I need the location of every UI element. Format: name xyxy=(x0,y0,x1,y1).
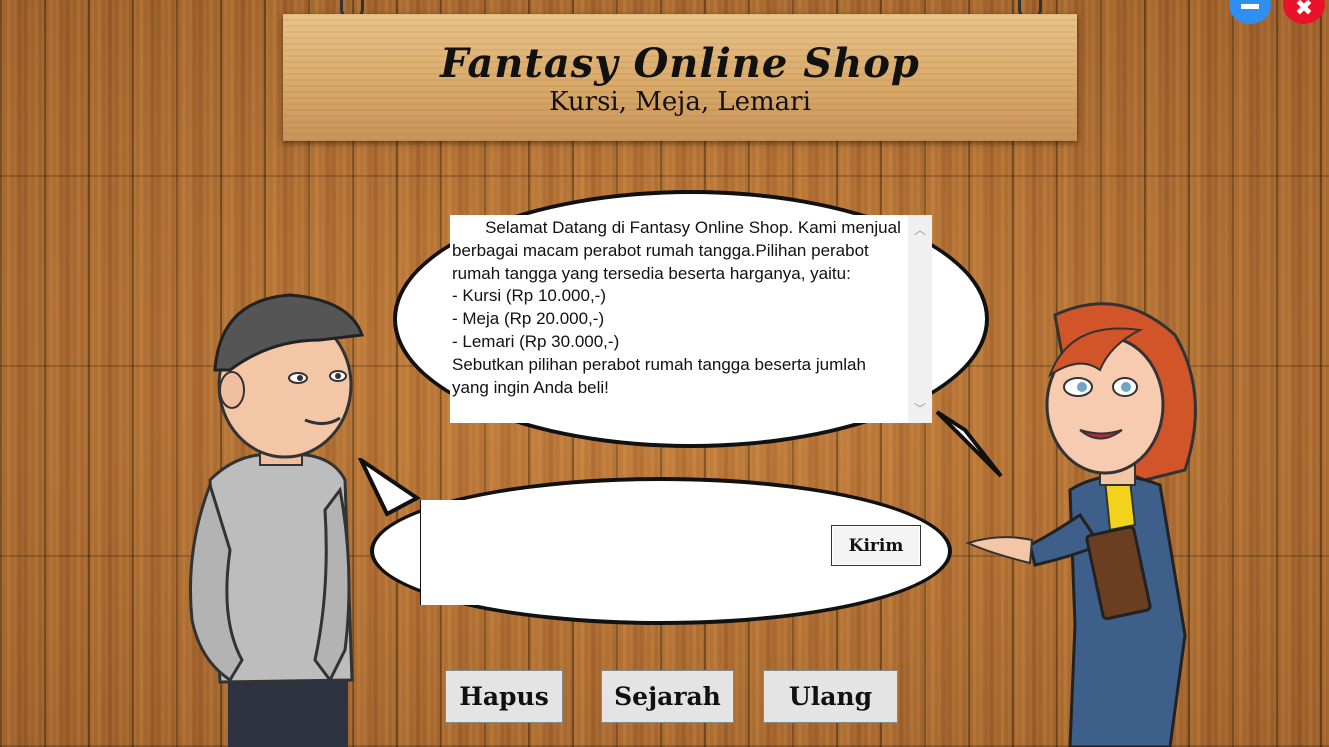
chevron-up-icon[interactable]: ︿ xyxy=(914,221,926,238)
shop-subtitle: Kursi, Meja, Lemari xyxy=(549,87,811,117)
input-bubble-tail xyxy=(357,458,421,517)
message-scrollbar[interactable]: ︿ ﹀ xyxy=(908,215,932,423)
shop-title: Fantasy Online Shop xyxy=(440,40,920,87)
chevron-down-icon[interactable]: ﹀ xyxy=(914,400,926,417)
customer-character xyxy=(189,293,365,747)
send-button[interactable]: Kirim xyxy=(831,525,921,566)
chat-input[interactable] xyxy=(420,500,814,605)
ulang-button[interactable]: Ulang xyxy=(763,670,898,723)
speech-bubble-tail xyxy=(935,410,1003,478)
message-display[interactable]: Selamat Datang di Fantasy Online Shop. K… xyxy=(450,215,932,423)
sejarah-button[interactable]: Sejarah xyxy=(601,670,734,723)
hapus-button[interactable]: Hapus xyxy=(445,670,563,723)
shop-sign: Fantasy Online Shop Kursi, Meja, Lemari xyxy=(283,14,1077,141)
close-button[interactable]: ✖ xyxy=(1283,0,1325,24)
minimize-button[interactable] xyxy=(1229,0,1271,24)
shopkeeper-character xyxy=(965,302,1197,747)
welcome-message: Selamat Datang di Fantasy Online Shop. K… xyxy=(452,218,901,397)
